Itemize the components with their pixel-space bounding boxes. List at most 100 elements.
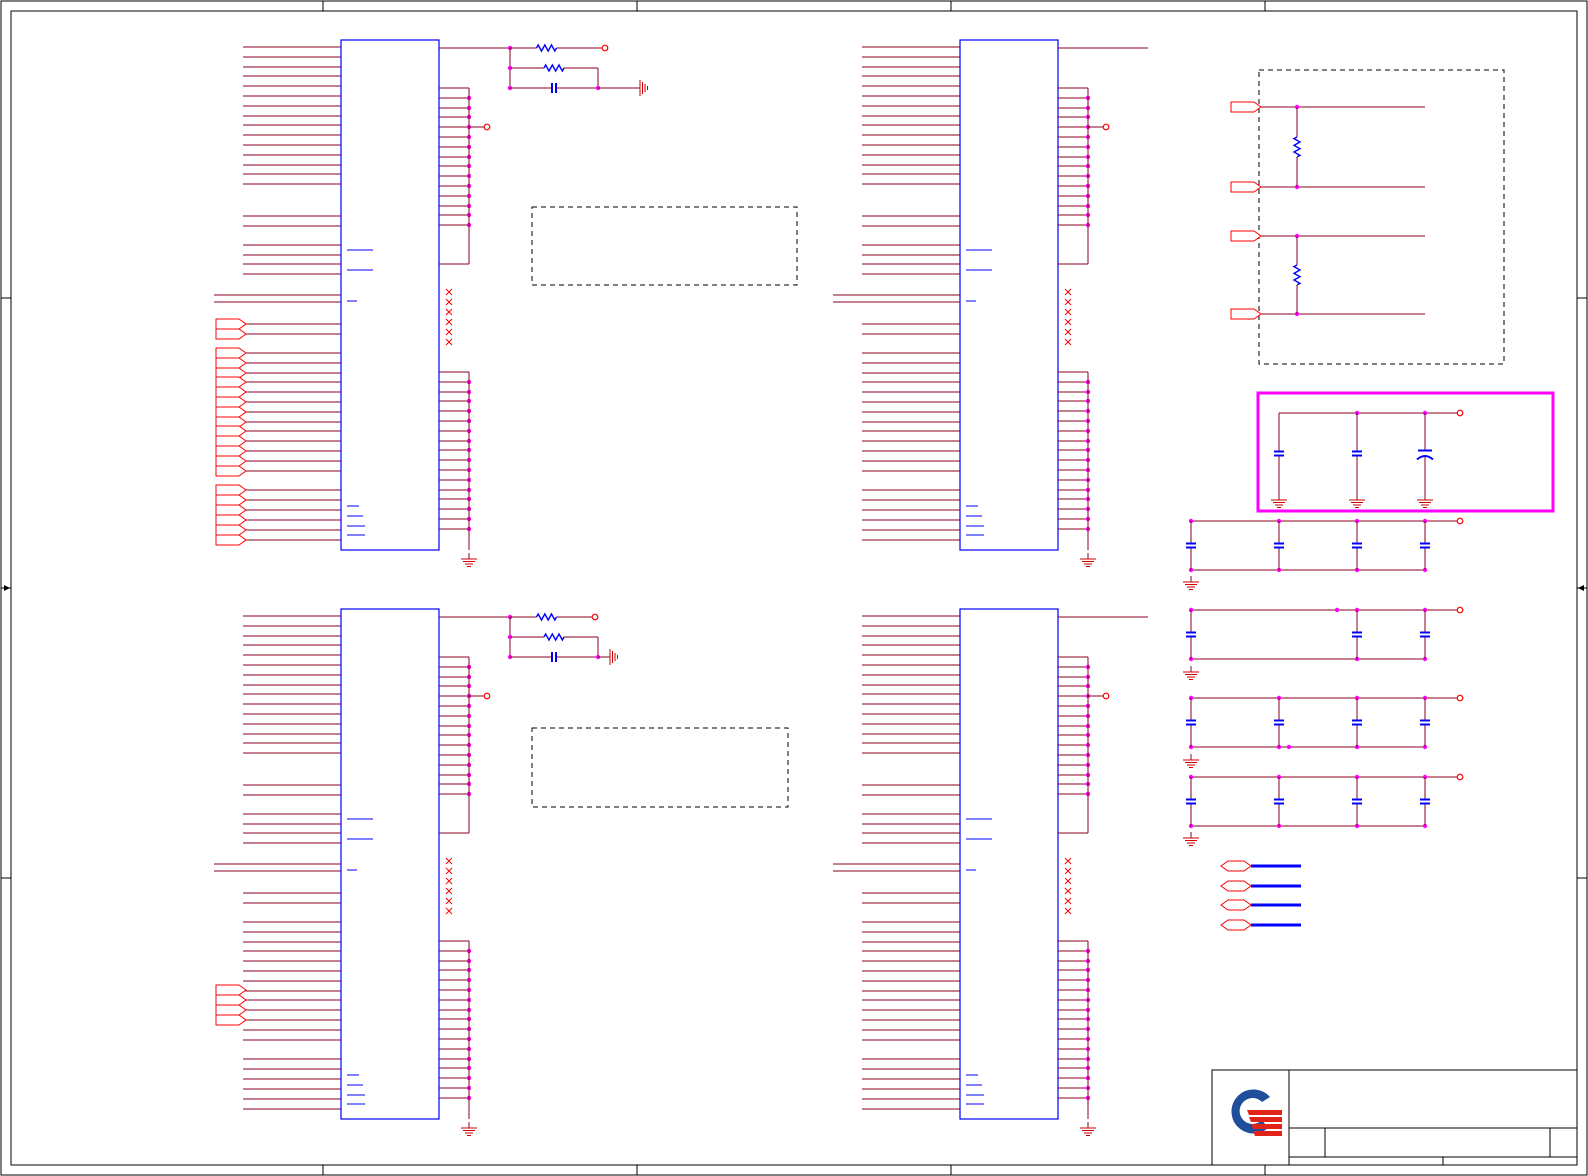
no-connect-icon [1064,857,1072,865]
ground-icon [461,553,477,567]
capacitor-icon [1274,521,1284,570]
no-connect-icon [445,897,453,905]
off-page-connector-icon [215,514,247,526]
company-logo-icon [1231,1089,1282,1136]
no-connect-icon [445,857,453,865]
no-connect-icon [445,298,453,306]
chip3-input-ports [215,984,247,1026]
off-page-connector-icon [215,347,247,359]
off-page-connector-icon [215,376,247,388]
note-box [531,206,798,286]
logo-stripe [1247,1110,1282,1115]
ground-icon [1417,494,1433,508]
no-connect-icon [1064,318,1072,326]
memory-chip [833,608,1148,1136]
off-page-connector-icon [215,328,247,340]
off-page-connector-icon [215,357,247,369]
no-connect-icon [445,877,453,885]
capacitor-icon [1352,413,1362,494]
off-page-connector-icon [1220,899,1252,911]
resistor-zigzag [543,63,565,73]
resistor-zigzag [535,43,558,53]
power-port-icon [1456,606,1464,614]
capacitor-icon [1274,777,1284,826]
no-connect-icon [445,338,453,346]
off-page-connector-icon [215,494,247,506]
chip-body [340,39,440,551]
capacitor-icon [1186,777,1196,826]
no-connect-icon [1064,298,1072,306]
power-port-icon [483,692,491,700]
resistor-zigzag [1292,136,1302,158]
capacitor-icon [1274,698,1284,747]
no-connect-icon [445,907,453,915]
memory-chip [214,608,509,1136]
ground-icon [1183,576,1199,590]
memory-chip [214,39,509,567]
junction-dot [1334,607,1340,613]
capacitor-icon [510,83,598,93]
power-port-icon [1456,409,1464,417]
off-page-connectors [1220,860,1301,931]
off-page-connector-icon [1220,919,1252,931]
logo-stripe [1253,1131,1282,1136]
capacitor-icon [1420,698,1430,747]
off-page-connector-icon [215,455,247,467]
termination-resistor-block [1230,101,1425,320]
no-connect-icon [1064,328,1072,336]
ground-icon [1183,832,1199,846]
no-connect-icon [1064,308,1072,316]
ground-icon [609,649,618,665]
off-page-connector-icon [215,484,247,496]
off-page-connector-icon [215,524,247,536]
reference-network [507,612,618,665]
memory-chip-group [214,39,1148,1136]
capacitor-icon [1420,610,1430,659]
ground-icon [1349,494,1365,508]
power-port-icon [1456,517,1464,525]
schematic-sheet [0,0,1588,1176]
chip1-input-ports [215,318,247,546]
power-port-icon [1102,692,1110,700]
resistor-zigzag [1292,264,1302,286]
resistor-zigzag [535,612,558,622]
no-connect-icon [1064,887,1072,895]
no-connect-icon [1064,867,1072,875]
off-page-connector-icon [215,994,247,1006]
off-page-connector-icon [215,534,247,546]
no-connect-icon [445,308,453,316]
off-page-connector-icon [215,425,247,437]
no-connect-icon [1064,338,1072,346]
power-port-icon [1456,694,1464,702]
off-page-connector-icon [1230,101,1262,113]
resistor-zigzag [543,632,565,642]
no-connect-icon [445,318,453,326]
no-connect-icon [445,328,453,336]
capacitor-icon [1186,521,1196,570]
power-port-icon [601,44,609,52]
capacitor-icon [1186,610,1196,659]
ground-icon [1080,1122,1096,1136]
ground-icon [1271,494,1287,508]
chip-body [959,608,1059,1120]
title-block [1211,1069,1578,1166]
off-page-connector-icon [215,984,247,996]
capacitor-icon [1420,521,1430,570]
no-connect-icon [1064,877,1072,885]
off-page-connector-icon [215,504,247,516]
capacitor-icon [1420,777,1430,826]
polarized-capacitor-icon [1416,413,1434,494]
off-page-connector-icon [215,445,247,457]
chip-body [959,39,1059,551]
capacitor-icon [1186,698,1196,747]
off-page-connector-icon [1220,880,1252,892]
zone-marker [4,585,10,591]
off-page-connector-icon [1230,230,1262,242]
ground-icon [1183,666,1199,680]
off-page-connector-icon [215,396,247,408]
memory-chip [833,39,1148,567]
off-page-connector-icon [1230,181,1262,193]
power-port-icon [1456,773,1464,781]
ground-icon [639,80,648,96]
decoupling-capacitor-bank [1183,391,1555,846]
